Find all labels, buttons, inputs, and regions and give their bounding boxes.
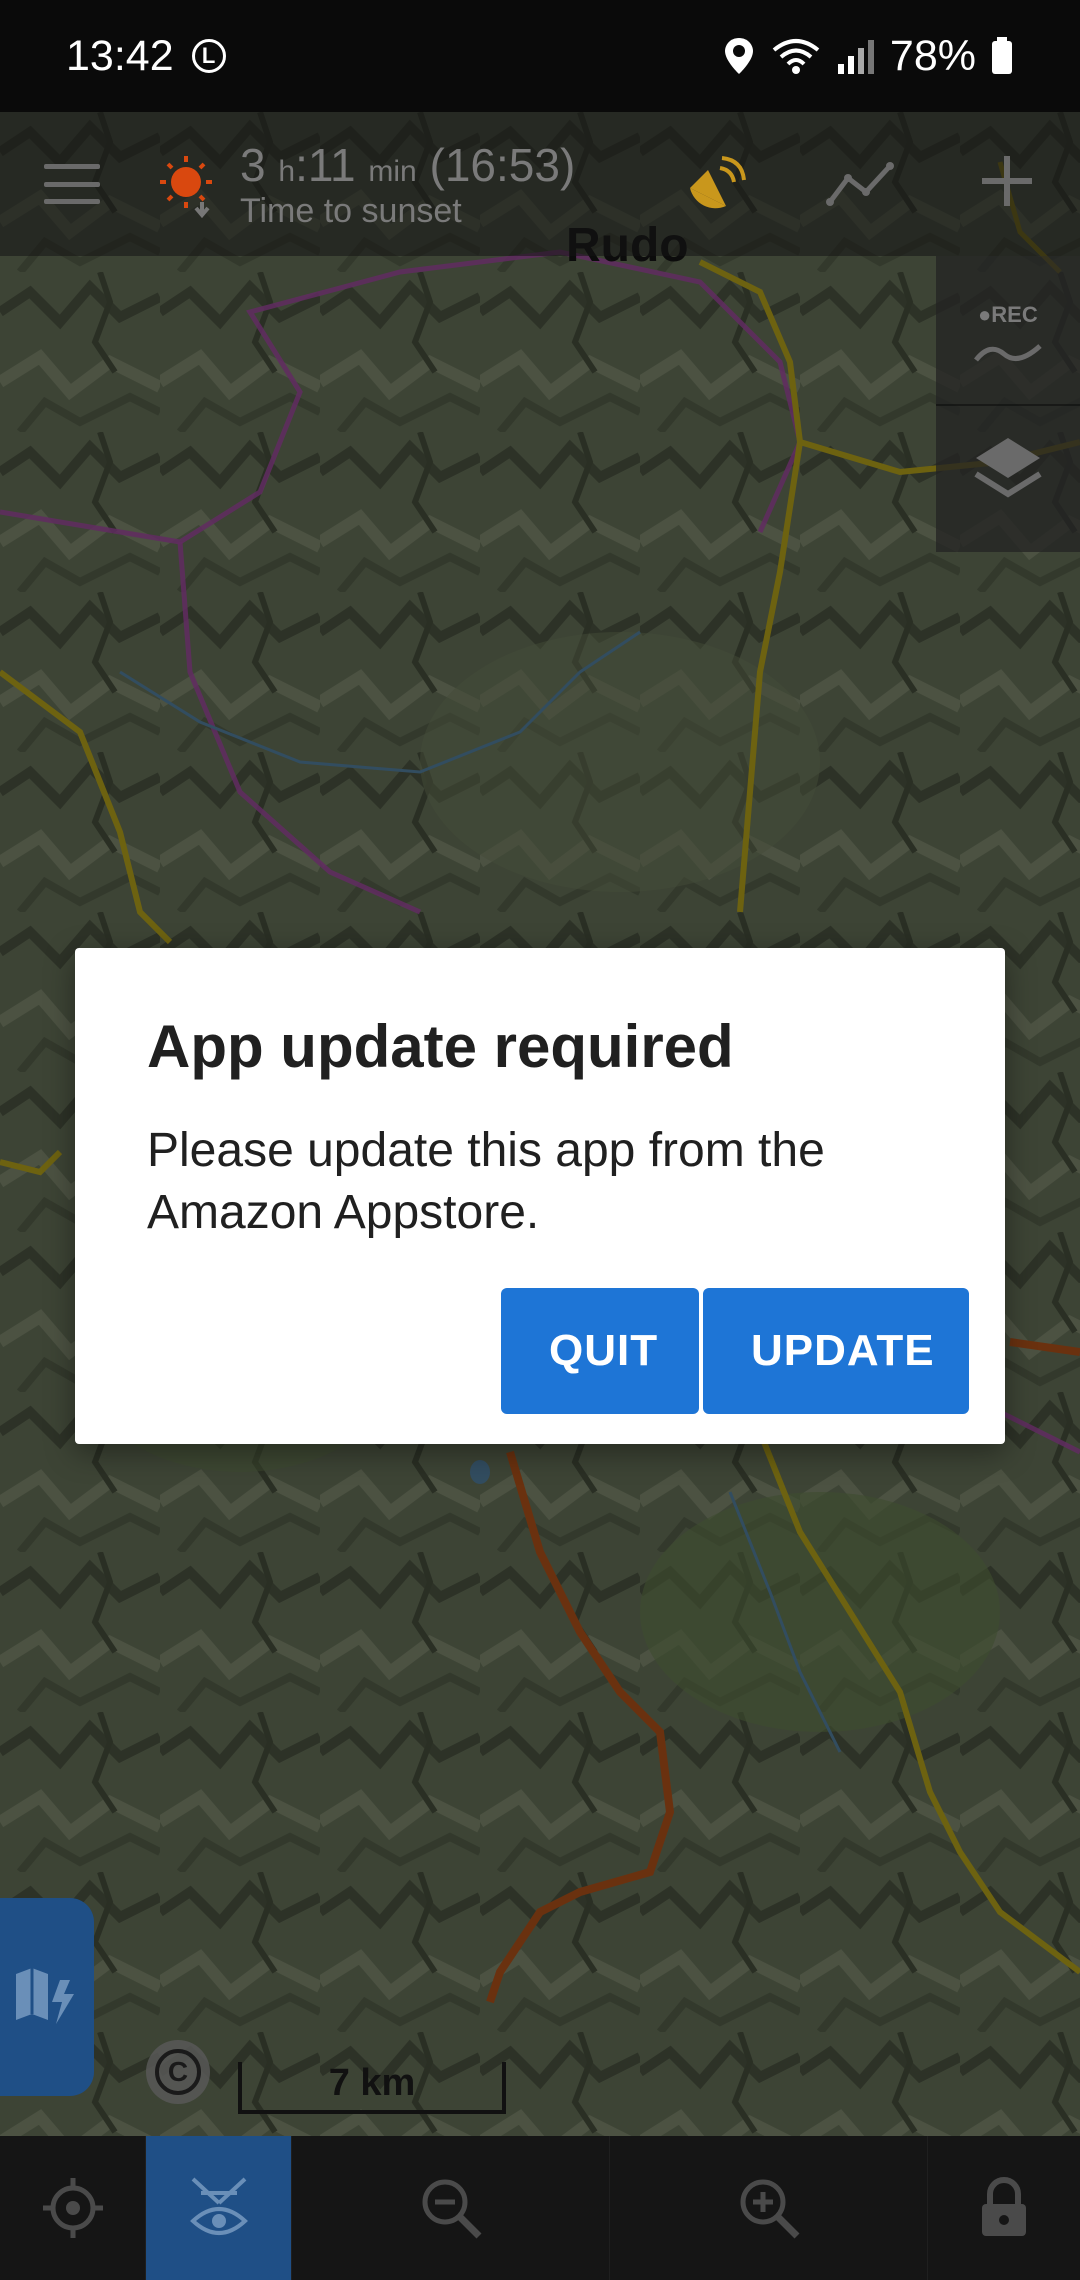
eye-view-icon	[189, 2177, 248, 2235]
battery-percent: 78%	[889, 31, 976, 80]
add-icon[interactable]	[978, 152, 1036, 210]
zoom-out-icon	[422, 2179, 481, 2239]
menu-icon[interactable]	[44, 164, 100, 204]
signal-icon	[837, 40, 874, 74]
rec-label: ●REC	[978, 302, 1038, 327]
sunset-min-unit: min	[368, 155, 417, 188]
zoom-out-button[interactable]	[292, 2136, 610, 2280]
sunset-label: Time to sunset	[240, 192, 462, 230]
map-download-icon	[16, 1968, 74, 2024]
sunset-h-unit: h	[278, 155, 296, 188]
right-tool-panel: ●REC	[936, 256, 1080, 552]
lock-button[interactable]	[928, 2136, 1080, 2280]
layers-button[interactable]	[936, 406, 1080, 552]
battery-icon	[992, 37, 1012, 74]
zoom-in-icon	[740, 2179, 799, 2239]
status-time: 13:42	[66, 31, 174, 80]
scale-bar: 7 km	[238, 2062, 506, 2114]
update-button[interactable]: UPDATE	[703, 1288, 969, 1414]
satellite-icon[interactable]	[680, 148, 752, 220]
mode-badge-icon: L	[191, 39, 226, 73]
locate-button[interactable]	[0, 2136, 146, 2280]
copyright-symbol: C	[155, 2049, 201, 2095]
sunset-clock: (16:53)	[429, 139, 576, 191]
dialog-buttons: QUIT UPDATE	[501, 1288, 969, 1414]
lock-icon	[982, 2177, 1026, 2236]
sunset-countdown[interactable]: 3 h:11 min (16:53)	[240, 138, 575, 192]
dialog-message: Please update this app from the Amazon A…	[147, 1124, 825, 1239]
track-line-icon[interactable]	[826, 158, 896, 210]
update-required-dialog: App update required Please update this a…	[75, 948, 1005, 1444]
wifi-icon	[772, 39, 820, 74]
view-mode-button[interactable]	[146, 2136, 292, 2280]
status-left: 13:42 L	[66, 32, 226, 81]
layers-icon	[974, 438, 1042, 498]
copyright-icon[interactable]: C	[146, 2040, 210, 2104]
offline-maps-tab[interactable]	[0, 1898, 94, 2096]
zoom-in-button[interactable]	[610, 2136, 928, 2280]
crosshair-icon	[42, 2178, 103, 2238]
sunset-icon	[160, 156, 212, 219]
track-record-icon	[974, 344, 1042, 362]
dialog-title: App update required	[147, 1013, 734, 1080]
quit-button[interactable]: QUIT	[501, 1288, 699, 1414]
sunset-minutes: :11	[295, 139, 356, 191]
record-track-button[interactable]: ●REC	[936, 256, 1080, 406]
bottom-toolbar	[0, 2136, 1080, 2280]
sunset-hours: 3	[240, 139, 266, 191]
top-bar: 3 h:11 min (16:53) Time to sunset	[0, 112, 1080, 256]
status-right: 78%	[722, 32, 1014, 81]
status-bar: 13:42 L 78%	[0, 0, 1080, 112]
scale-label: 7 km	[328, 2062, 416, 2104]
location-icon	[724, 38, 753, 74]
